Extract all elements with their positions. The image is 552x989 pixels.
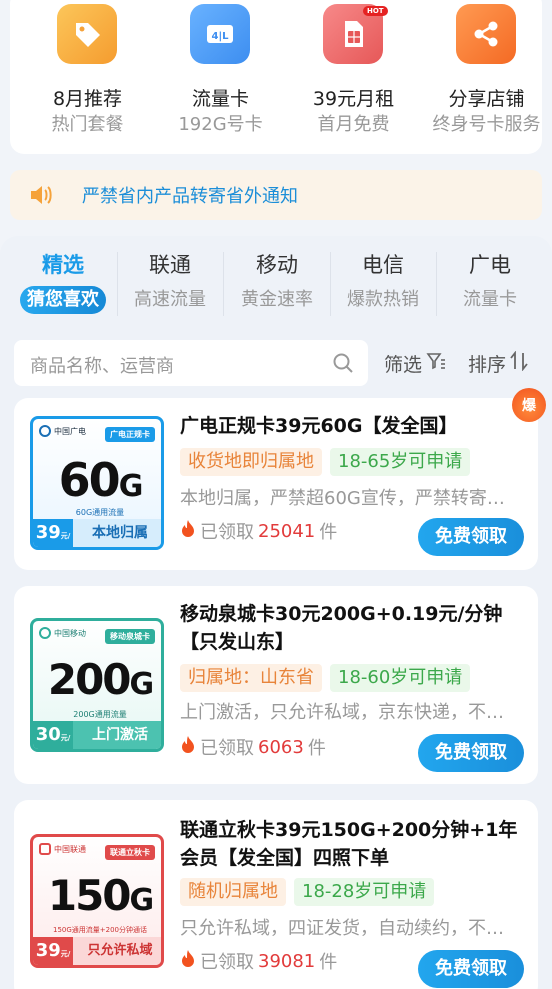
filter-button[interactable]: 筛选 [384,350,446,377]
data-amount: 150G [47,871,154,920]
product-tags: 收货地即归属地 18-65岁可申请 [180,448,471,476]
nav-title: 分享店铺 [448,88,525,110]
brand-logo: 中国移动 [39,627,86,639]
product-tags: 随机归属地 18-28岁可申请 [180,878,435,906]
card-tag: 移动泉城卡 [105,629,155,644]
location-chip: 随机归属地 [180,878,286,906]
nav-subtitle: 终身号卡服务 [432,114,541,135]
image-price: 39元/月 [33,519,73,547]
sort-label: 排序 [468,354,507,376]
image-label: 上门激活 [73,721,161,749]
fire-icon [180,519,196,544]
shortcut-nav: 8月推荐 热门套餐 4|L 流量卡 192G号卡 HOT 39元月租 首月免费 … [10,0,542,154]
tab-subtitle: 爆款热销 [347,289,419,310]
claim-button[interactable]: 免费领取 [418,518,524,556]
age-chip: 18-60岁可申请 [330,664,471,692]
tab-subtitle: 黄金速率 [241,289,313,310]
tab-subtitle: 流量卡 [463,289,517,310]
product-image: 中国广电 广电正规卡 60G 60G通用流量 39元/月 本地归属 [30,416,164,550]
tab-title: 精选 [42,253,84,277]
search-placeholder: 商品名称、运营商 [30,356,174,377]
product-image: 中国移动 移动泉城卡 200G 200G通用流量 30元/月 上门激活 [30,618,164,752]
product-card[interactable]: 中国移动 移动泉城卡 200G 200G通用流量 30元/月 上门激活 移动泉城… [14,586,538,784]
image-caption: 60G通用流量 [75,508,125,517]
image-caption: 200G通用流量 [73,710,127,719]
brand-logo: 中国联通 [39,843,86,855]
tab-unicom[interactable]: 联通 高速流量 [117,248,223,314]
tab-title: 电信 [362,253,404,277]
claim-button[interactable]: 免费领取 [418,950,524,988]
image-footer: 30元/月 上门激活 [33,721,161,749]
image-footer: 39元/月 只允许私域 [33,937,161,965]
image-footer: 39元/月 本地归属 [33,519,161,547]
claim-button[interactable]: 免费领取 [418,734,524,772]
svg-text:4|L: 4|L [212,31,230,42]
data-card-icon: 4|L [190,4,250,64]
tab-subtitle: 高速流量 [134,289,206,310]
age-chip: 18-28岁可申请 [294,878,435,906]
product-title: 广电正规卡39元60G【发全国】 [180,415,458,437]
sort-button[interactable]: 排序 [468,350,528,377]
image-caption: 150G通用流量+200分钟通话 [52,926,147,934]
fire-icon [180,949,196,974]
product-desc: 只允许私域，四证发货，自动续约，不可转寄 [180,918,516,939]
product-title: 移动泉城卡30元200G+0.19元/分钟【只发山东】 [180,603,503,653]
fire-icon [180,735,196,760]
data-amount: 200G [47,655,154,704]
product-card[interactable]: 中国广电 广电正规卡 60G 60G通用流量 39元/月 本地归属 广电正规卡3… [14,388,546,570]
location-chip: 收货地即归属地 [180,448,322,476]
search-icon[interactable] [332,352,354,378]
hot-badge: HOT [363,6,388,16]
claimed-count: 已领取 39081 件 [180,948,337,974]
nav-title: 39元月租 [312,88,395,110]
nav-title: 8月推荐 [52,88,123,110]
image-price: 30元/月 [33,721,73,749]
search-input[interactable]: 商品名称、运营商 [14,340,368,386]
speaker-icon [28,184,52,210]
nav-subtitle: 192G号卡 [178,114,263,135]
brand-logo: 中国广电 [39,425,86,437]
filter-label: 筛选 [384,354,423,376]
tab-broadnet[interactable]: 广电 流量卡 [437,248,543,314]
location-chip: 归属地：山东省 [180,664,322,692]
tab-telecom[interactable]: 电信 爆款热销 [330,248,436,314]
product-card[interactable]: 中国联通 联通立秋卡 150G 150G通用流量+200分钟通话 39元/月 只… [14,800,538,989]
image-price: 39元/月 [33,937,73,965]
product-tags: 归属地：山东省 18-60岁可申请 [180,664,471,692]
image-label: 本地归属 [73,519,161,547]
hot-burst-badge: 爆 [512,388,546,422]
image-label: 只允许私域 [73,937,161,965]
nav-subtitle: 热门套餐 [51,114,124,135]
card-tag: 广电正规卡 [105,427,155,442]
tab-title: 联通 [149,253,191,277]
tab-subtitle: 猜您喜欢 [20,286,106,314]
product-title: 联通立秋卡39元150G+200分钟+1年会员【发全国】四照下单 [180,819,518,869]
tag-icon [57,4,117,64]
age-chip: 18-65岁可申请 [330,448,471,476]
tab-mobile[interactable]: 移动 黄金速率 [224,248,330,314]
nav-title: 流量卡 [191,88,249,110]
filter-icon [426,351,446,376]
notice-text: 严禁省内产品转寄省外通知 [82,186,298,207]
sort-icon [510,350,528,376]
tab-title: 广电 [469,253,511,277]
data-amount: 60G [58,453,144,507]
card-tag: 联通立秋卡 [105,845,155,860]
product-desc: 本地归属，严禁超60G宣传，严禁转寄省外 [180,488,516,509]
claimed-count: 已领取 25041 件 [180,518,337,544]
share-icon [456,4,516,64]
notice-bar[interactable]: 严禁省内产品转寄省外通知 [10,170,542,220]
claimed-count: 已领取 6063 件 [180,734,326,760]
nav-subtitle: 首月免费 [317,114,390,135]
product-desc: 上门激活，只允许私域，京东快递，不发省外 [180,702,516,723]
tab-featured[interactable]: 精选 猜您喜欢 [10,248,116,314]
product-image: 中国联通 联通立秋卡 150G 150G通用流量+200分钟通话 39元/月 只… [30,834,164,968]
tab-title: 移动 [256,253,298,277]
